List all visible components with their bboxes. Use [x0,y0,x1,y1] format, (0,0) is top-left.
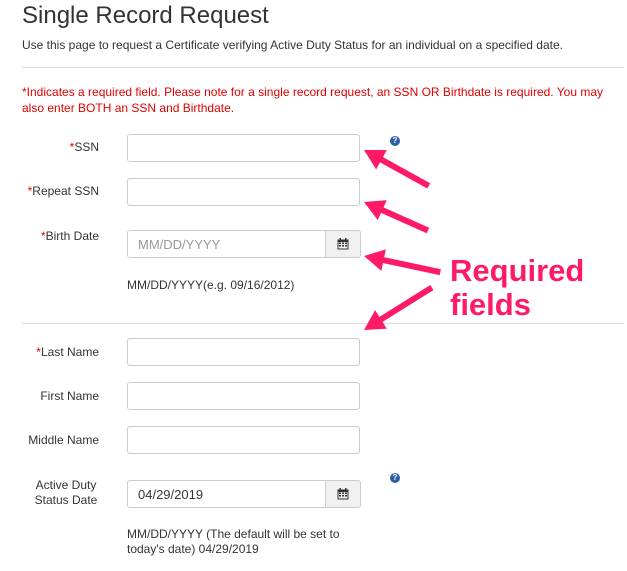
annotation-line-1: Required [450,253,585,288]
annotation-line-2: fields [450,287,531,322]
annotation-arrow [364,249,441,276]
annotation-arrow [364,285,434,330]
annotation-arrow [364,150,431,189]
annotation-required-fields: Required fields [450,254,584,322]
annotation-arrow [364,200,430,234]
